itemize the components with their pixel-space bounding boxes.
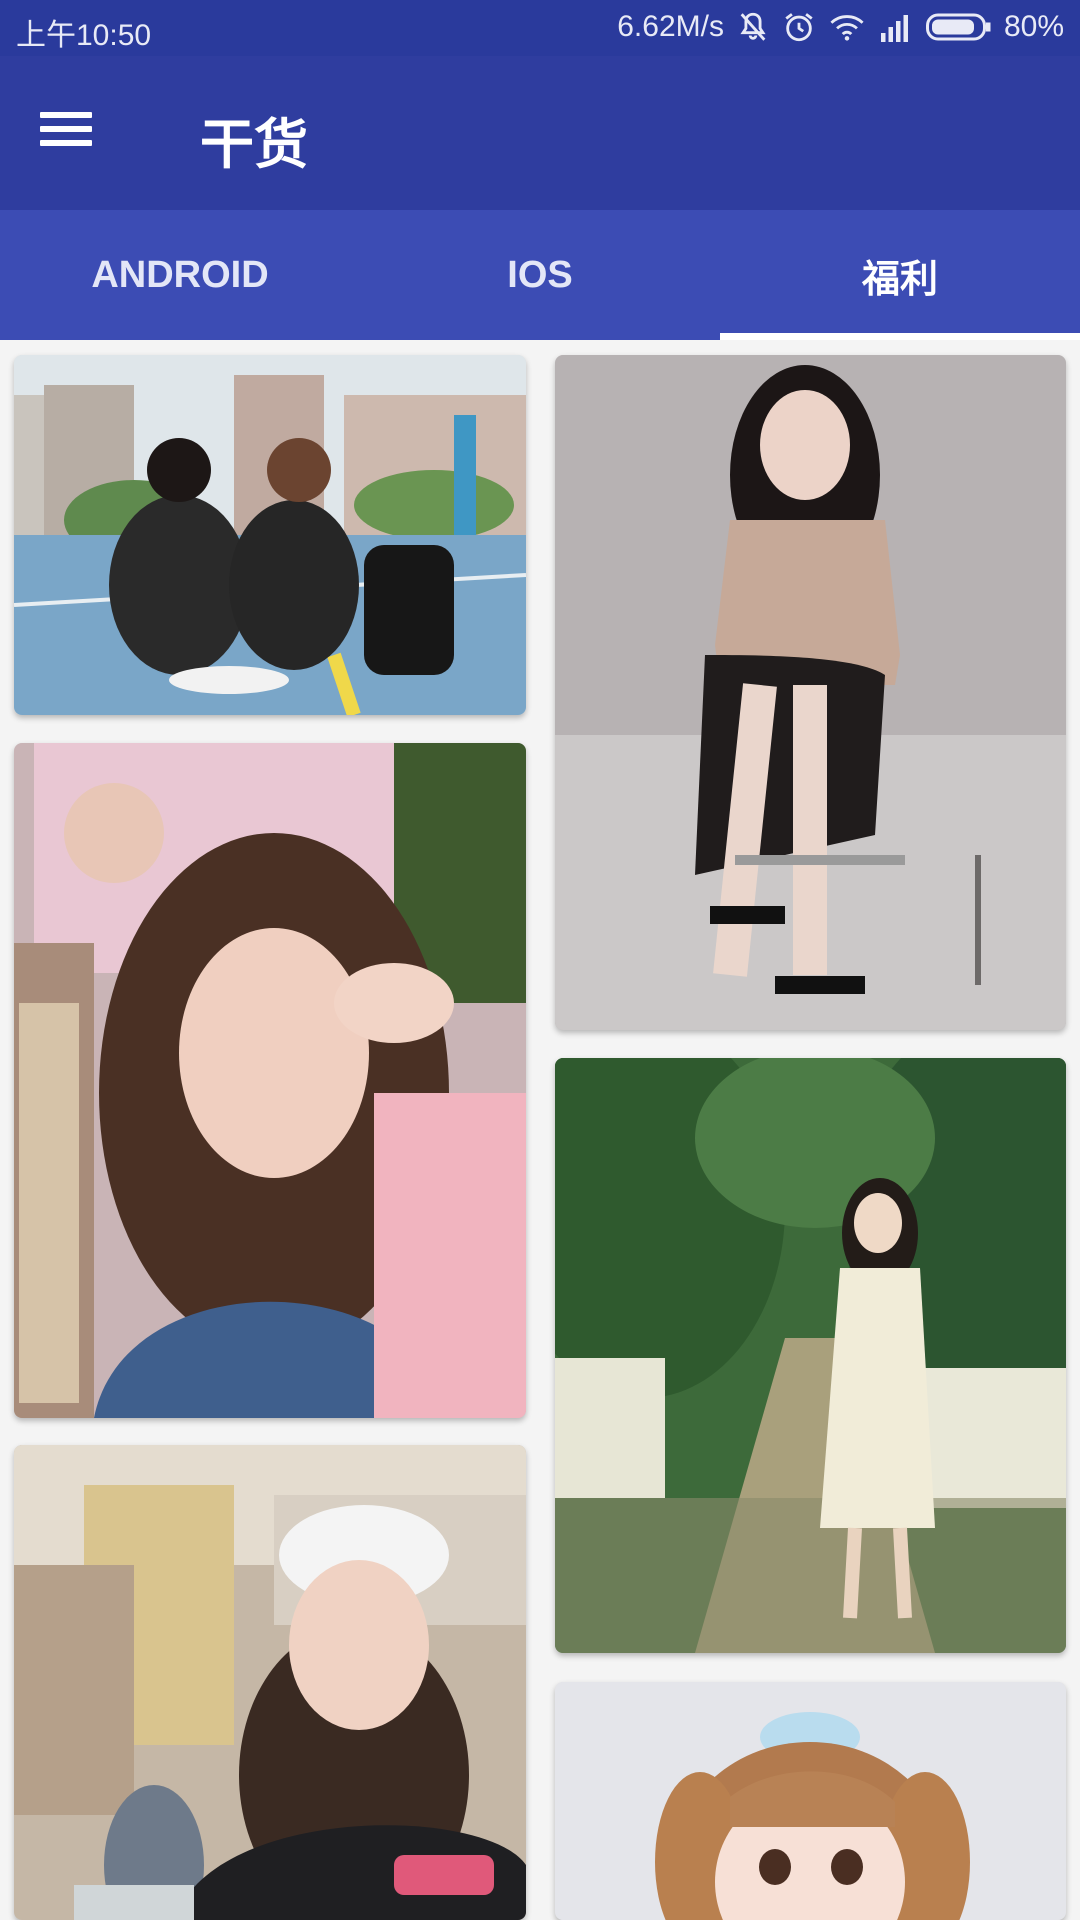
photo-card[interactable]	[555, 1058, 1066, 1653]
signal-icon	[878, 12, 914, 42]
photo-basketball-court	[14, 355, 526, 715]
network-speed: 6.62M/s	[617, 10, 724, 43]
photo-studio-chair	[555, 355, 1066, 1030]
photo-pigtails-portrait	[555, 1682, 1066, 1920]
photo-card[interactable]	[555, 355, 1066, 1030]
battery-icon	[925, 12, 992, 42]
tab-indicator	[720, 333, 1080, 340]
tab-ios[interactable]: IOS	[360, 210, 720, 340]
photo-tropical-garden	[555, 1058, 1066, 1653]
photo-card[interactable]	[14, 743, 526, 1418]
status-time: 上午10:50	[16, 19, 152, 52]
photo-card[interactable]	[14, 1445, 526, 1920]
photo-grid[interactable]	[0, 340, 1080, 1920]
wifi-icon	[828, 10, 866, 44]
photo-selfie-peace-sign	[14, 743, 526, 1418]
photo-cafe-white-cap	[14, 1445, 526, 1920]
status-icons: 6.62M/s 80%	[617, 10, 1064, 44]
app-bar: 干货	[0, 56, 1080, 210]
tab-android[interactable]: ANDROID	[0, 210, 360, 340]
tab-bar: ANDROID IOS 福利	[0, 210, 1080, 340]
hamburger-menu-icon[interactable]	[40, 104, 100, 164]
tab-welfare[interactable]: 福利	[720, 210, 1080, 340]
photo-card[interactable]	[14, 355, 526, 715]
photo-card[interactable]	[555, 1682, 1066, 1920]
status-bar: 上午10:50 6.62M/s 80%	[0, 0, 1080, 56]
battery-percent: 80%	[1003, 10, 1064, 43]
alarm-icon	[782, 10, 816, 44]
mute-icon	[736, 10, 770, 44]
page-title: 干货	[200, 113, 308, 176]
